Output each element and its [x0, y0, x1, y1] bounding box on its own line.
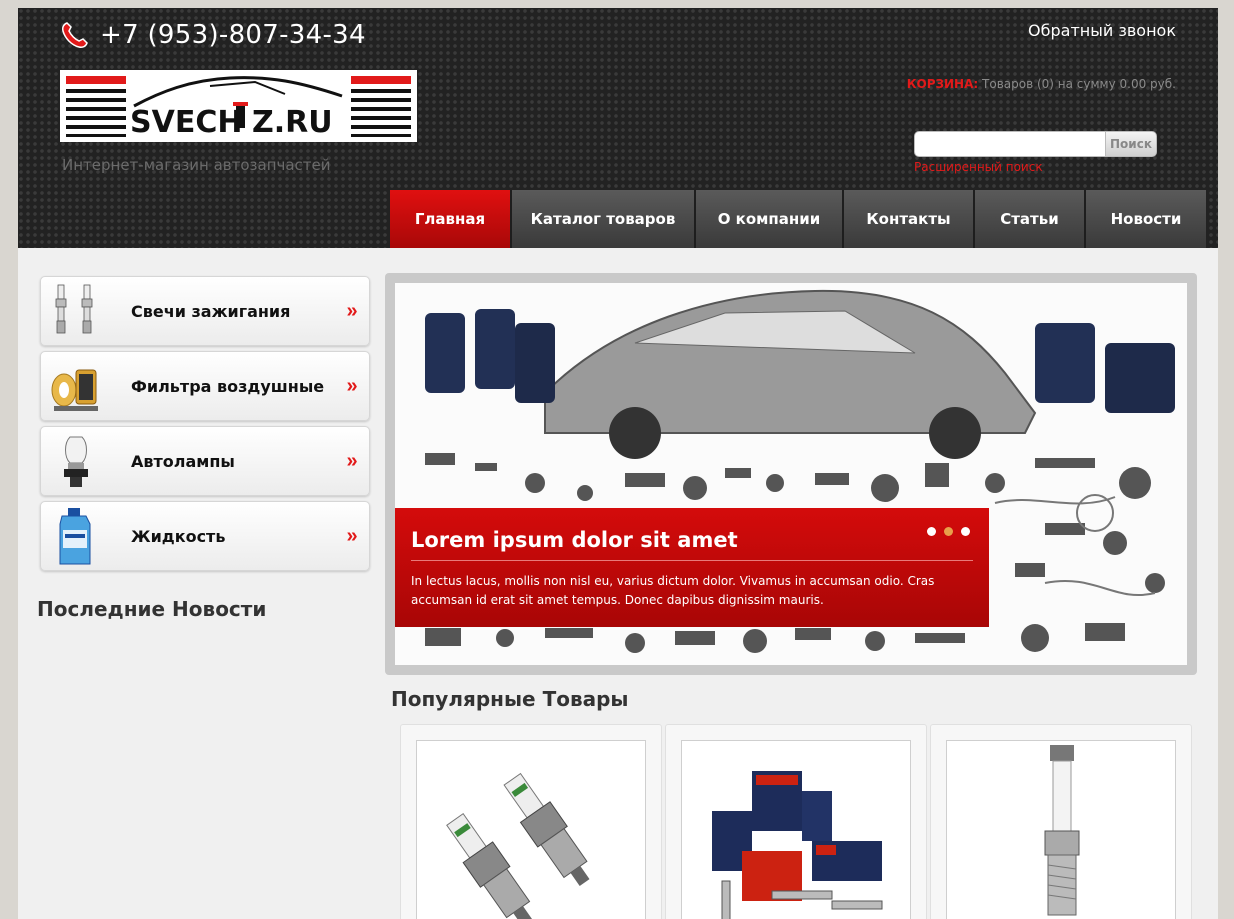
category-label: Жидкость	[131, 526, 226, 546]
nav-about[interactable]: О компании	[696, 190, 844, 248]
cart-text: Товаров (0) на сумму 0.00 руб.	[982, 77, 1176, 91]
search-bar: Поиск	[914, 131, 1157, 157]
category-label: Фильтра воздушные	[131, 376, 325, 396]
search-button[interactable]: Поиск	[1106, 131, 1157, 157]
callback-link[interactable]: Обратный звонок	[1028, 21, 1176, 40]
slider-dot-2[interactable]	[944, 527, 953, 536]
phone-number: +7 (953)-807-34-34	[100, 20, 366, 50]
chevron-right-icon: »	[346, 449, 357, 472]
fluid-bottle-icon	[41, 502, 111, 570]
category-label: Свечи зажигания	[131, 301, 291, 321]
page: +7 (953)-807-34-34 Обратный звонок SVECH…	[18, 8, 1218, 919]
product-card	[665, 724, 927, 919]
nav-home[interactable]: Главная	[390, 190, 512, 248]
slide-title: Lorem ipsum dolor sit amet	[411, 528, 738, 552]
category-car-lamps[interactable]: Автолампы »	[40, 426, 370, 496]
logo[interactable]: SVECH Z.RU	[60, 70, 417, 142]
product-image[interactable]	[946, 740, 1176, 919]
chevron-right-icon: »	[346, 374, 357, 397]
slider-dot-1[interactable]	[927, 527, 936, 536]
search-input[interactable]	[914, 131, 1106, 157]
main-nav: Главная Каталог товаров О компании Конта…	[390, 190, 1206, 248]
category-fluids[interactable]: Жидкость »	[40, 501, 370, 571]
svg-text:SVECH: SVECH	[130, 105, 242, 140]
product-card	[400, 724, 662, 919]
slider-dot-3[interactable]	[961, 527, 970, 536]
chevron-right-icon: »	[346, 524, 357, 547]
cart-label: КОРЗИНА:	[906, 77, 979, 91]
phone-icon	[62, 22, 88, 48]
tagline: Интернет-магазин автозапчастей	[62, 156, 331, 174]
phone-block: +7 (953)-807-34-34	[60, 20, 366, 50]
caption-divider	[411, 560, 973, 561]
latest-news-heading: Последние Новости	[37, 597, 267, 621]
hero-slider: Lorem ipsum dolor sit amet In lectus lac…	[385, 273, 1197, 675]
nav-catalog[interactable]: Каталог товаров	[512, 190, 696, 248]
product-card	[930, 724, 1192, 919]
chevron-right-icon: »	[346, 299, 357, 322]
cart-summary[interactable]: КОРЗИНА: Товаров (0) на сумму 0.00 руб.	[907, 77, 1176, 91]
advanced-search-link[interactable]: Расширенный поиск	[914, 160, 1043, 174]
car-lamp-icon	[41, 427, 111, 495]
logo-image: SVECH Z.RU	[66, 76, 411, 140]
nav-news[interactable]: Новости	[1086, 190, 1206, 248]
nav-contacts[interactable]: Контакты	[844, 190, 975, 248]
popular-products-heading: Популярные Товары	[391, 687, 629, 711]
nav-articles[interactable]: Статьи	[975, 190, 1086, 248]
category-air-filters[interactable]: Фильтра воздушные »	[40, 351, 370, 421]
svg-text:Z.RU: Z.RU	[252, 105, 333, 140]
slider-dots	[927, 527, 970, 536]
slide-caption: Lorem ipsum dolor sit amet In lectus lac…	[395, 508, 989, 627]
category-spark-plugs[interactable]: Свечи зажигания »	[40, 276, 370, 346]
header: +7 (953)-807-34-34 Обратный звонок SVECH…	[18, 8, 1218, 248]
spark-plug-icon	[41, 277, 111, 345]
air-filter-icon	[41, 352, 111, 420]
product-image[interactable]	[681, 740, 911, 919]
category-label: Автолампы	[131, 451, 235, 471]
product-image[interactable]	[416, 740, 646, 919]
slide-text: In lectus lacus, mollis non nisl eu, var…	[411, 574, 935, 607]
